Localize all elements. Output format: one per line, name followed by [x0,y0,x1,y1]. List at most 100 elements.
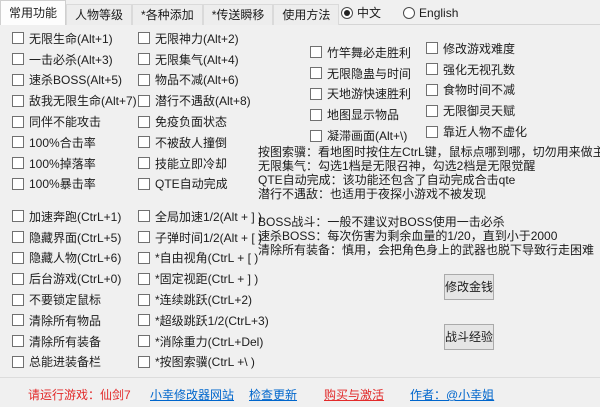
checkbox-option[interactable]: 无限神力(Alt+2) [138,28,251,49]
checkbox-option[interactable]: 竹竿舞必走胜利 [310,42,411,63]
tab-item[interactable]: *各种添加 [132,4,203,25]
website-link[interactable]: 小幸修改器网站 [150,386,234,403]
checkbox-icon[interactable] [12,294,24,306]
checkbox-icon[interactable] [138,157,150,169]
checkbox-option[interactable]: QTE自动完成 [138,174,251,195]
checkbox-option[interactable]: 食物时间不减 [426,80,527,101]
checkbox-option[interactable]: 隐藏人物(CtrL+6) [12,248,121,269]
checkbox-icon[interactable] [138,95,150,107]
checkbox-icon[interactable] [310,67,322,79]
checkbox-option[interactable]: 技能立即冷却 [138,153,251,174]
checkbox-icon[interactable] [138,252,150,264]
checkbox-icon[interactable] [12,335,24,347]
checkbox-icon[interactable] [138,335,150,347]
checkbox-icon[interactable] [12,32,24,44]
checkbox-option[interactable]: 无限御灵天赋 [426,100,527,121]
checkbox-icon[interactable] [12,210,24,222]
checkbox-icon[interactable] [138,32,150,44]
checkbox-option[interactable]: 地图显示物品 [310,104,411,125]
language-radio[interactable]: 中文 [341,4,381,21]
checkbox-icon[interactable] [138,356,150,368]
checkbox-option[interactable]: *消除重力(CtrL+Del) [138,331,269,352]
checkbox-option[interactable]: 速杀BOSS(Alt+5) [12,70,137,91]
checkbox-option[interactable]: 无限生命(Alt+1) [12,28,137,49]
checkbox-option[interactable]: 同伴不能攻击 [12,111,137,132]
checkbox-option[interactable]: *连续跳跃(CtrL+2) [138,289,269,310]
checkbox-option[interactable]: 无限集气(Alt+4) [138,49,251,70]
checkbox-option[interactable]: 强化无视孔数 [426,59,527,80]
checkbox-option[interactable]: 一击必杀(Alt+3) [12,49,137,70]
checkbox-option[interactable]: 100%合击率 [12,132,137,153]
checkbox-icon[interactable] [426,126,438,138]
checkbox-label: 潜行不遇敌(Alt+8) [155,92,251,109]
checkbox-icon[interactable] [426,42,438,54]
tab-active[interactable]: 常用功能 [0,0,66,25]
tab-item[interactable]: 人物等级 [66,4,132,25]
radio-label: English [419,6,458,20]
checkbox-option[interactable]: 100%暴击率 [12,174,137,195]
checkbox-option[interactable]: 修改游戏难度 [426,38,527,59]
checkbox-icon[interactable] [12,178,24,190]
modify-money-button[interactable]: 修改金钱 [444,274,494,300]
checkbox-icon[interactable] [426,63,438,75]
checkbox-option[interactable]: 加速奔跑(CtrL+1) [12,206,121,227]
checkbox-option[interactable]: 靠近人物不虚化 [426,121,527,142]
checkbox-icon[interactable] [12,356,24,368]
checkbox-option[interactable]: 免疫负面状态 [138,111,251,132]
author-link[interactable]: 作者：@小幸姐 [410,386,494,403]
checkbox-icon[interactable] [138,116,150,128]
checkbox-icon[interactable] [12,157,24,169]
check-update-link[interactable]: 检查更新 [249,386,297,403]
checkbox-icon[interactable] [12,53,24,65]
tab-item[interactable]: 使用方法 [273,4,339,25]
checkbox-icon[interactable] [138,231,150,243]
checkbox-icon[interactable] [138,294,150,306]
checkbox-icon[interactable] [138,74,150,86]
checkbox-option[interactable]: 隐藏界面(CtrL+5) [12,227,121,248]
checkbox-icon[interactable] [138,136,150,148]
checkbox-icon[interactable] [12,252,24,264]
language-radio[interactable]: English [403,4,458,21]
checkbox-option[interactable]: 全局加速1/2(Alt + ] ) [138,206,269,227]
checkbox-icon[interactable] [426,84,438,96]
checkbox-option[interactable]: 无限隐蛊与时间 [310,63,411,84]
checkbox-icon[interactable] [310,130,322,142]
checkbox-icon[interactable] [12,136,24,148]
checkbox-option[interactable]: *固定视距(CtrL + ] ) [138,268,269,289]
checkbox-icon[interactable] [310,109,322,121]
checkbox-option[interactable]: *自由视角(CtrL + [ ) [138,248,269,269]
checkbox-option[interactable]: 子弹时间1/2(Alt + [ ) [138,227,269,248]
checkbox-option[interactable]: 清除所有物品 [12,310,121,331]
checkbox-icon[interactable] [12,95,24,107]
checkbox-option[interactable]: *按图索骥(CtrL +\ ) [138,352,269,373]
buy-activate-link[interactable]: 购买与激活 [324,386,384,403]
checkbox-icon[interactable] [138,273,150,285]
checkbox-option[interactable]: 清除所有装备 [12,331,121,352]
checkbox-option[interactable]: 凝滞画面(Alt+\) [310,125,411,146]
checkbox-icon[interactable] [138,53,150,65]
checkbox-icon[interactable] [12,273,24,285]
tab-item[interactable]: *传送瞬移 [203,4,274,25]
checkbox-option[interactable]: 敌我无限生命(Alt+7) [12,90,137,111]
checkbox-icon[interactable] [310,88,322,100]
checkbox-option[interactable]: 不要锁定鼠标 [12,289,121,310]
battle-exp-button[interactable]: 战斗经验 [444,324,494,350]
checkbox-icon[interactable] [138,314,150,326]
checkbox-option[interactable]: 不被敌人撞倒 [138,132,251,153]
checkbox-icon[interactable] [12,74,24,86]
checkbox-label: 无限神力(Alt+2) [155,30,239,47]
checkbox-icon[interactable] [12,314,24,326]
checkbox-icon[interactable] [426,105,438,117]
checkbox-option[interactable]: 后台游戏(CtrL+0) [12,268,121,289]
checkbox-option[interactable]: 天地游快速胜利 [310,84,411,105]
checkbox-icon[interactable] [12,231,24,243]
checkbox-icon[interactable] [138,178,150,190]
checkbox-option[interactable]: 总能进装备栏 [12,352,121,373]
checkbox-icon[interactable] [12,116,24,128]
checkbox-option[interactable]: *超级跳跃1/2(CtrL+3) [138,310,269,331]
checkbox-icon[interactable] [310,46,322,58]
checkbox-option[interactable]: 物品不减(Alt+6) [138,70,251,91]
checkbox-option[interactable]: 100%掉落率 [12,153,137,174]
checkbox-option[interactable]: 潜行不遇敌(Alt+8) [138,90,251,111]
checkbox-icon[interactable] [138,210,150,222]
